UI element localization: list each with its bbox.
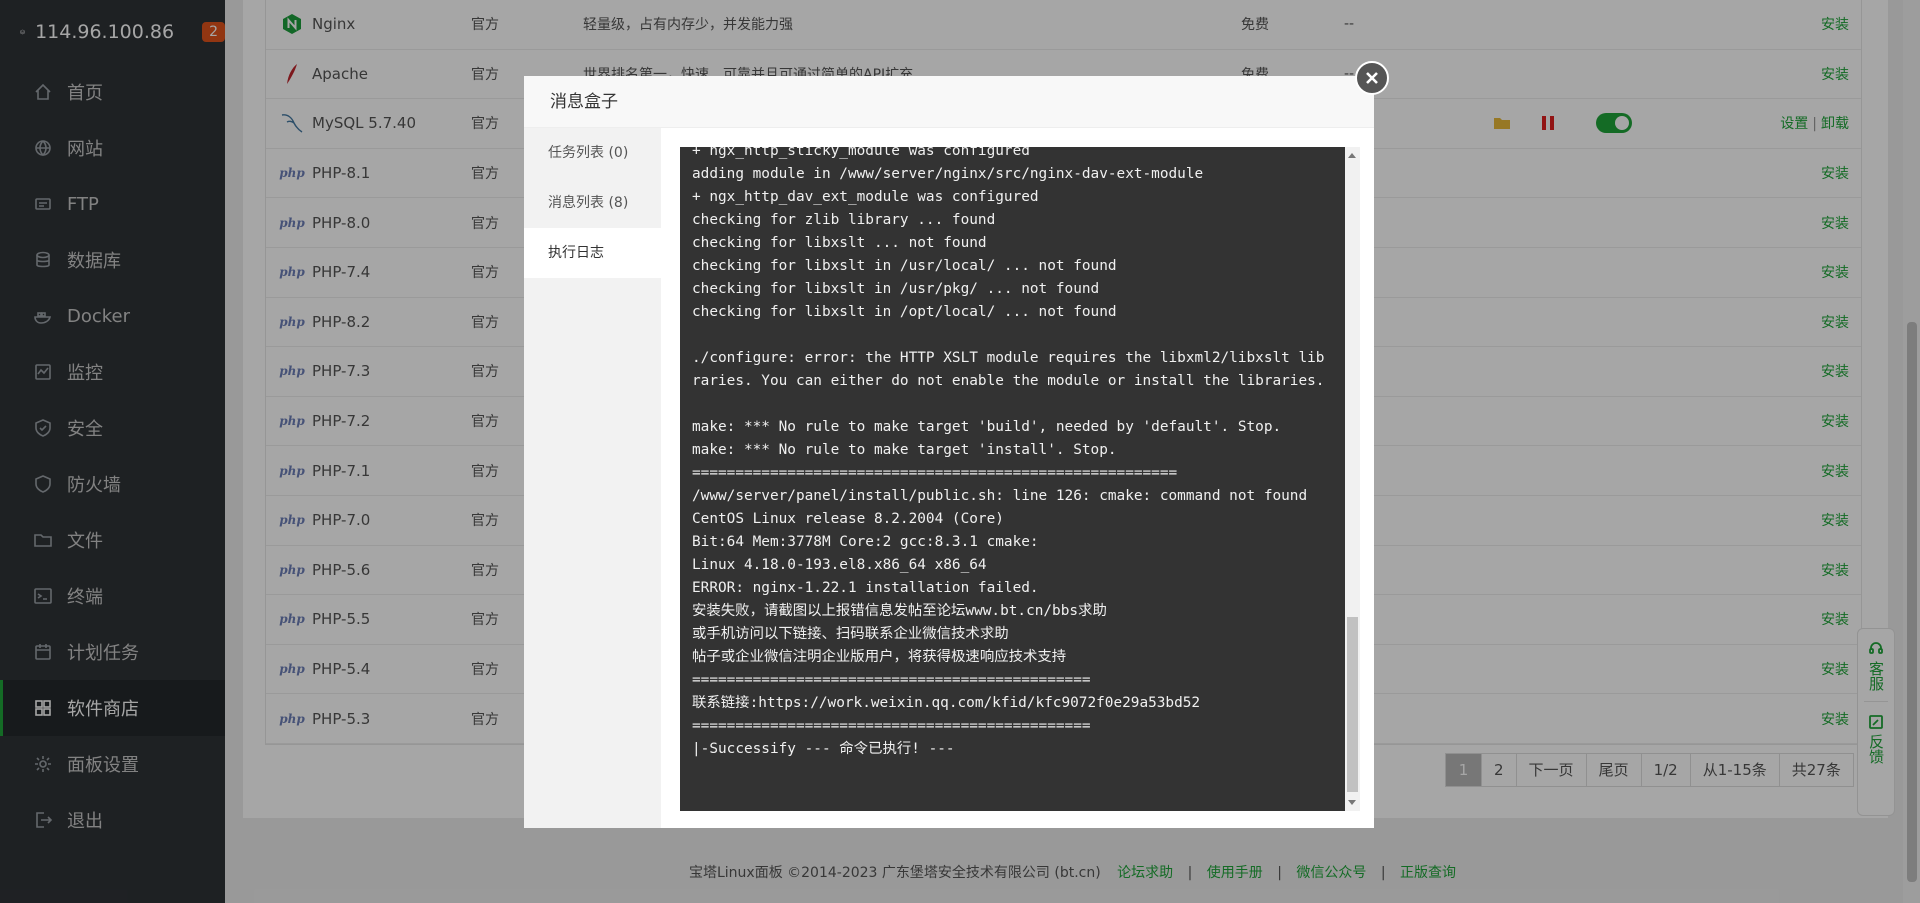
modal-title: 消息盒子 xyxy=(524,76,1374,128)
log-scrollbar-thumb[interactable] xyxy=(1347,617,1358,792)
log-line: ERROR: nginx-1.22.1 installation failed. xyxy=(692,580,1039,596)
log-content: + ngx_http_sticky_module was configured a… xyxy=(692,147,1332,761)
execution-log[interactable]: + ngx_http_sticky_module was configured a… xyxy=(680,147,1360,811)
modal-tab-1[interactable]: 消息列表 (8) xyxy=(524,178,661,228)
log-line: ========================================… xyxy=(692,465,1178,481)
log-line: checking for libxslt in /usr/pkg/ ... no… xyxy=(692,281,1100,297)
log-line: adding module in /www/server/nginx/src/n… xyxy=(692,166,1204,182)
log-line: ./configure: error: the HTTP XSLT module… xyxy=(692,350,1325,389)
log-line: checking for libxslt in /usr/local/ ... … xyxy=(692,258,1117,274)
log-line: Bit:64 Mem:3778M Core:2 gcc:8.3.1 cmake: xyxy=(692,534,1039,550)
scroll-up-arrow-icon[interactable] xyxy=(1348,153,1356,158)
message-box-modal: 消息盒子 任务列表 (0) 消息列表 (8) 执行日志 + ngx_http_sti… xyxy=(524,76,1374,828)
close-icon xyxy=(1366,72,1378,84)
log-line: 安装失败，请截图以上报错信息发帖至论坛www.bt.cn/bbs求助 xyxy=(692,603,1107,619)
log-line: make: *** No rule to make target 'instal… xyxy=(692,442,1117,458)
log-line: |-Successify --- 命令已执行! --- xyxy=(692,741,955,757)
log-line: Linux 4.18.0-193.el8.x86_64 x86_64 xyxy=(692,557,987,573)
log-line: 联系链接:https://work.weixin.qq.com/kfid/kfc… xyxy=(692,695,1201,711)
log-line: 或手机访问以下链接、扫码联系企业微信技术求助 xyxy=(692,626,1009,642)
modal-close-button[interactable] xyxy=(1355,61,1389,95)
scroll-down-arrow-icon[interactable] xyxy=(1348,800,1356,805)
log-line: ========================================… xyxy=(692,672,1091,688)
log-line: 帖子或企业微信注明企业版用户，将获得极速响应技术支持 xyxy=(692,649,1067,665)
log-line: make: *** No rule to make target 'build'… xyxy=(692,419,1282,435)
log-line: ========================================… xyxy=(692,718,1091,734)
log-line: + ngx_http_sticky_module was configured xyxy=(692,147,1030,159)
modal-tabs: 任务列表 (0) 消息列表 (8) 执行日志 xyxy=(524,128,661,828)
log-line: + ngx_http_dav_ext_module was configured xyxy=(692,189,1039,205)
log-line: /www/server/panel/install/public.sh: lin… xyxy=(692,488,1308,504)
modal-tab-2[interactable]: 执行日志 xyxy=(524,228,661,278)
log-line: CentOS Linux release 8.2.2004 (Core) xyxy=(692,511,1004,527)
log-scrollbar[interactable] xyxy=(1345,147,1360,811)
modal-tab-0[interactable]: 任务列表 (0) xyxy=(524,128,661,178)
log-line: checking for zlib library ... found xyxy=(692,212,996,228)
log-line: checking for libxslt ... not found xyxy=(692,235,987,251)
log-line: checking for libxslt in /opt/local/ ... … xyxy=(692,304,1117,320)
